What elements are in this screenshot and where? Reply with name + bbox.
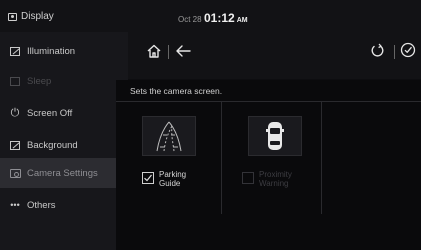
screen-title: Display [8,11,54,22]
sidebar-item-illumination[interactable]: Illumination [0,36,128,66]
sidebar-item-label: Camera Settings [27,167,98,179]
more-icon: ••• [10,200,20,210]
car-top-view-icon [266,122,284,150]
parking-guide-lines-icon [156,121,182,152]
confirm-check-icon[interactable] [400,42,416,58]
sidebar-item-label: Background [27,139,78,151]
illumination-icon [10,46,20,56]
sidebar-item-background[interactable]: Background [0,130,128,160]
proximity-warning-icon [248,116,302,156]
status-ampm: AM [236,17,248,24]
sidebar-item-label: Sleep [27,75,52,87]
status-time-value: 01:12 [204,11,235,25]
back-arrow-icon[interactable] [174,43,192,59]
background-icon [10,140,20,150]
parking-guide-label: Parking Guide [159,170,219,188]
sidebar-item-screen-off[interactable]: ⏻ Screen Off [0,98,128,128]
display-icon [8,12,17,21]
option-parking-guide[interactable]: Parking Guide [122,102,222,214]
proximity-warning-checkbox [242,172,254,184]
option-proximity-warning: Proximity Warning [222,102,322,214]
sidebar-item-sleep: Sleep [0,66,128,96]
option-label-line1: Parking [159,170,187,179]
option-label-line2: Guide [159,179,181,188]
action-divider [168,45,169,59]
camera-icon [9,168,21,178]
home-icon[interactable] [146,43,162,59]
status-bar: Display Oct 28 01:12 AM [0,0,421,32]
power-icon: ⏻ [10,106,20,119]
option-label-line1: Proximity [259,170,292,179]
action-divider [394,45,395,59]
option-empty-slot [322,102,421,214]
sidebar-item-label: Screen Off [27,107,73,119]
proximity-warning-label: Proximity Warning [259,170,319,188]
sidebar-item-camera-settings[interactable]: Camera Settings [0,158,128,188]
check-icon [144,174,152,182]
sidebar-item-label: Others [27,199,56,211]
parking-guide-icon [142,116,196,156]
option-label-line2: Warning [259,179,289,188]
camera-settings-dialog: Sets the camera screen. Parking Guide Pr… [116,80,421,250]
reset-icon[interactable] [370,43,385,58]
sleep-icon [10,76,20,86]
status-time: 01:12 AM [204,11,248,25]
status-date: Oct 28 [178,15,202,24]
screen-title-text: Display [21,11,54,22]
dialog-title: Sets the camera screen. [130,86,223,96]
parking-guide-checkbox[interactable] [142,172,154,184]
camera-settings-screen: Display Oct 28 01:12 AM Illumination Slee… [0,0,421,250]
sidebar: Illumination Sleep ⏻ Screen Off Backgrou… [0,32,128,250]
sidebar-item-others[interactable]: ••• Others [0,190,128,220]
sidebar-item-label: Illumination [27,45,76,57]
